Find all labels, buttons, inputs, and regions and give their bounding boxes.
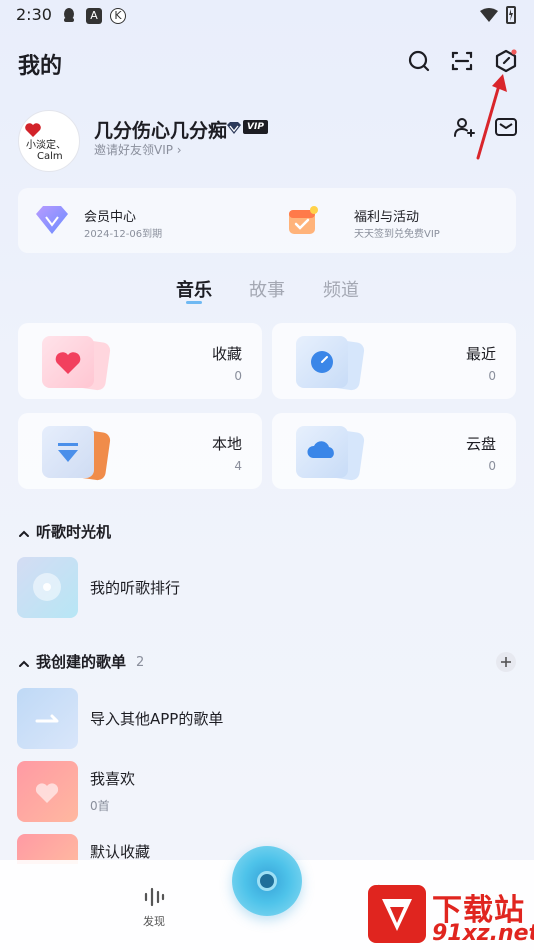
list-item-import[interactable]: 导入其他APP的歌单: [90, 708, 223, 729]
list-item-liked[interactable]: 我喜欢: [90, 768, 135, 789]
tile-local[interactable]: 本地 4: [18, 413, 262, 489]
vip-diamond-icon: [226, 120, 242, 134]
disc-thumb-icon: [17, 557, 78, 618]
qq-icon: [62, 7, 76, 23]
page-title: 我的: [18, 54, 63, 79]
tile-count: 0: [234, 369, 242, 383]
membership-card: 会员中心 2024-12-06到期 福利与活动 天天签到兑免费VIP: [18, 188, 516, 253]
clock-icon: [296, 336, 348, 388]
tab-indicator: [186, 301, 202, 304]
tile-label: 云盘: [465, 435, 496, 453]
vip-center-title: 会员中心: [84, 210, 137, 225]
chevron-up-icon[interactable]: [18, 525, 30, 537]
search-icon[interactable]: [407, 49, 431, 73]
mail-icon[interactable]: [494, 116, 518, 138]
tile-count: 0: [488, 369, 496, 383]
battery-icon: [506, 6, 516, 24]
add-friend-icon[interactable]: [452, 115, 476, 139]
list-item-liked-count: 0首: [90, 799, 110, 813]
tile-count: 4: [234, 459, 242, 473]
invite-link[interactable]: 邀请好友领VIP ›: [94, 141, 182, 158]
username[interactable]: 几分伤心几分痴: [94, 116, 227, 143]
app-a-icon: A: [86, 8, 102, 24]
vip-badge: VIP: [243, 120, 268, 134]
tile-count: 0: [488, 459, 496, 473]
app-k-icon: K: [110, 8, 126, 24]
tile-cloud[interactable]: 云盘 0: [272, 413, 516, 489]
disc-center: [257, 871, 277, 891]
tile-label: 收藏: [211, 345, 242, 363]
vip-gem-icon: [34, 204, 70, 236]
welfare-button[interactable]: 福利与活动 天天签到兑免费VIP: [267, 188, 516, 253]
nav-discover-label[interactable]: 发现: [143, 913, 165, 929]
scan-icon[interactable]: [450, 49, 474, 73]
avatar-text: Calm: [37, 151, 63, 162]
add-playlist-button[interactable]: [496, 652, 516, 672]
settings-icon[interactable]: [494, 49, 518, 73]
playlist-count: 2: [136, 655, 145, 670]
tab-stories[interactable]: 故事: [249, 276, 285, 302]
wifi-icon: [480, 7, 498, 22]
vip-center-button[interactable]: 会员中心 2024-12-06到期: [18, 188, 267, 253]
calendar-icon: [287, 204, 319, 236]
tile-label: 最近: [465, 345, 496, 363]
watermark-url: 91xz.net: [432, 921, 534, 946]
heart-icon: [42, 336, 94, 388]
avatar-text: 小淡定、: [26, 140, 66, 151]
welfare-title: 福利与活动: [354, 210, 420, 225]
download-icon: [42, 426, 94, 478]
list-item-ranking[interactable]: 我的听歌排行: [90, 577, 180, 598]
chevron-up-icon[interactable]: [18, 655, 30, 667]
watermark-logo-icon: [368, 885, 426, 943]
heart-thumb-icon: [17, 761, 78, 822]
status-bar: 2:30 A K: [0, 0, 534, 30]
tile-label: 本地: [211, 435, 242, 453]
tile-recent[interactable]: 最近 0: [272, 323, 516, 399]
cloud-icon: [296, 426, 348, 478]
section-title-time-machine[interactable]: 听歌时光机: [36, 521, 111, 542]
section-title-my-playlists[interactable]: 我创建的歌单: [36, 651, 126, 672]
list-item-default[interactable]: 默认收藏: [90, 841, 150, 862]
welfare-subtitle: 天天签到兑免费VIP: [354, 229, 440, 240]
tab-music[interactable]: 音乐: [176, 276, 212, 302]
import-arrow-icon: [17, 688, 78, 749]
tab-channels[interactable]: 频道: [323, 276, 359, 302]
avatar[interactable]: 小淡定、 Calm: [18, 110, 80, 172]
vip-center-subtitle: 2024-12-06到期: [84, 229, 163, 240]
status-time: 2:30: [16, 5, 52, 24]
discover-icon[interactable]: [142, 886, 166, 908]
tile-favorites[interactable]: 收藏 0: [18, 323, 262, 399]
